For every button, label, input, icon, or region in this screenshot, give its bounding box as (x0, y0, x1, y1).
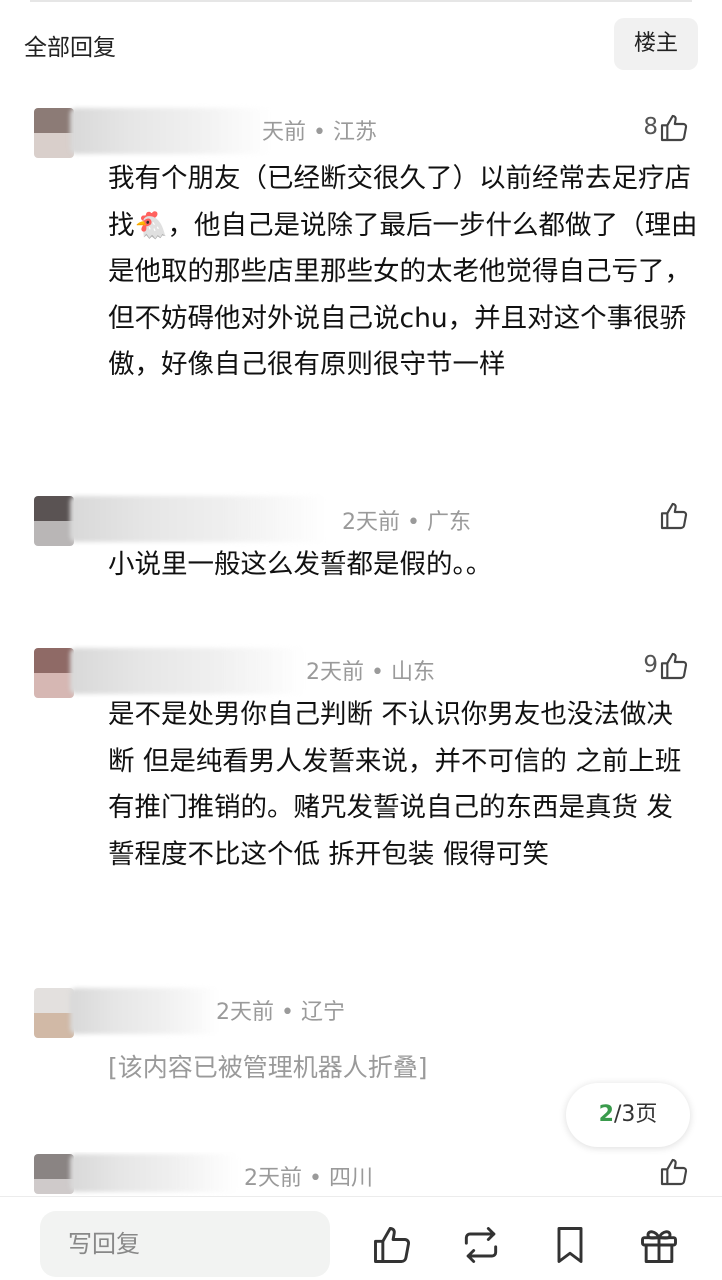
comment-meta: 2天前 • 山东 (306, 660, 435, 685)
repost-icon[interactable] (459, 1223, 503, 1267)
thumbs-up-icon[interactable] (658, 500, 690, 532)
avatar[interactable] (34, 988, 74, 1038)
like-icon[interactable] (370, 1223, 414, 1267)
like-count: 9 (643, 652, 658, 678)
comment-text: 小说里一般这么发誓都是假的。。 (108, 549, 493, 580)
avatar[interactable] (34, 108, 74, 158)
username-blurred[interactable] (70, 648, 306, 694)
op-only-filter-button[interactable]: 楼主 (614, 18, 698, 70)
comment-meta: 天前 • 江苏 (262, 120, 377, 145)
comment-text: 是不是处男你自己判断 不认识你男友也没法做决断 但是纯看男人发誓来说，并不可信的… (108, 699, 682, 870)
reply-header: 全部回复 楼主 (0, 18, 722, 74)
avatar[interactable] (34, 1154, 74, 1194)
thumbs-up-icon[interactable] (658, 650, 690, 682)
folded-notice[interactable]: [该内容已被管理机器人折叠] (108, 1048, 428, 1084)
username-blurred[interactable] (70, 1154, 238, 1192)
thumbs-up-icon[interactable] (658, 1156, 690, 1188)
all-replies-title: 全部回复 (24, 35, 116, 61)
username-blurred[interactable] (70, 108, 270, 154)
comment-meta: 2天前 • 辽宁 (216, 1000, 345, 1025)
pagination-indicator[interactable]: 2/3页 (566, 1083, 690, 1147)
current-page: 2 (598, 1102, 614, 1127)
comment-item: 2天前 • 四川 (0, 1152, 722, 1196)
comment-item: 2天前 • 辽宁 [该内容已被管理机器人折叠] (0, 984, 722, 1084)
comment-meta: 2天前 • 四川 (244, 1166, 373, 1191)
avatar[interactable] (34, 496, 74, 546)
comment-meta: 2天前 • 广东 (342, 510, 471, 535)
avatar[interactable] (34, 648, 74, 698)
thumbs-up-icon[interactable] (658, 112, 690, 144)
bookmark-icon[interactable] (548, 1223, 592, 1267)
gift-icon[interactable] (637, 1223, 681, 1267)
comment-item: 2天前 • 山东 9 是不是处男你自己判断 不认识你男友也没法做决断 但是纯看男… (0, 640, 722, 940)
comment-item: 天前 • 江苏 8 我有个朋友（已经断交很久了）以前经常去足疗店找🐔，他自己是说… (0, 104, 722, 444)
like-count: 8 (643, 114, 658, 140)
comment-item: 2天前 • 广东 小说里一般这么发誓都是假的。。 (0, 492, 722, 592)
top-divider (30, 0, 692, 2)
username-blurred[interactable] (70, 496, 328, 542)
comment-text: 我有个朋友（已经断交很久了）以前经常去足疗店找🐔，他自己是说除了最后一步什么都做… (108, 163, 698, 380)
total-pages: /3页 (613, 1102, 658, 1127)
bottom-action-bar: 写回复 (0, 1196, 722, 1280)
username-blurred[interactable] (70, 988, 220, 1034)
write-reply-input[interactable]: 写回复 (40, 1211, 330, 1277)
